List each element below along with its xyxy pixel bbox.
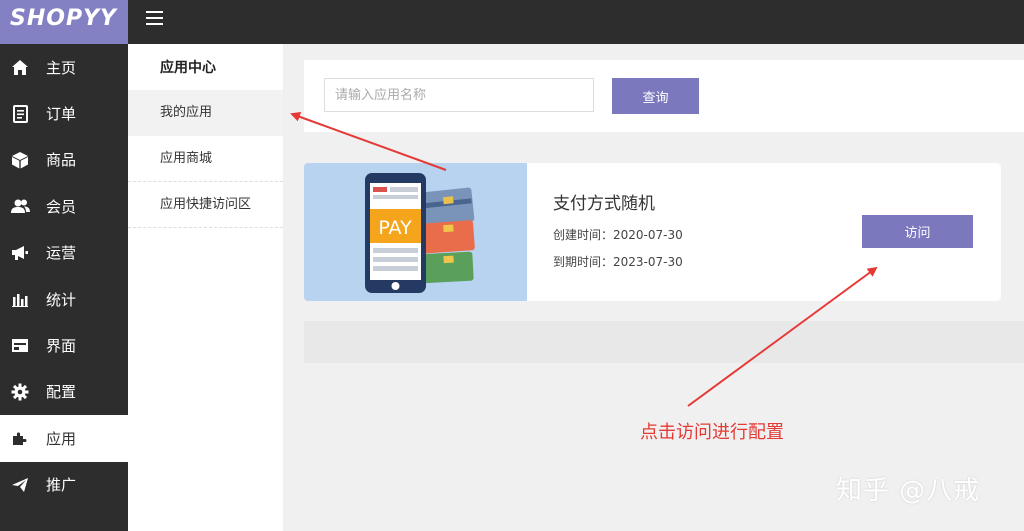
expires-value: 2023-07-30 <box>613 255 683 269</box>
sidebar-item-config[interactable]: 配置 <box>0 369 128 415</box>
users-icon <box>10 196 30 216</box>
search-panel: 查询 <box>304 60 1024 132</box>
box-icon <box>10 150 30 170</box>
empty-app-slot <box>304 321 1024 363</box>
sidebar-item-label: 会员 <box>46 197 77 216</box>
svg-text:PAY: PAY <box>378 217 412 239</box>
sidebar-item-label: 主页 <box>46 58 77 77</box>
layout-icon <box>10 336 30 356</box>
expires-label: 到期时间： <box>553 255 614 269</box>
menu-toggle-icon[interactable] <box>146 11 163 25</box>
submenu-item-quick-access[interactable]: 应用快捷访问区 <box>128 182 283 228</box>
home-icon <box>10 57 30 77</box>
payment-illustration-icon: PAY <box>365 173 475 293</box>
document-icon <box>10 104 30 124</box>
sidebar-item-label: 运营 <box>46 244 77 263</box>
sidebar-item-apps[interactable]: 应用 <box>0 415 128 462</box>
paper-plane-icon <box>10 475 30 495</box>
sidebar-item-orders[interactable]: 订单 <box>0 90 128 136</box>
sidebar-item-label: 界面 <box>46 337 77 356</box>
app-center-submenu: 应用中心 我的应用 应用商城 应用快捷访问区 <box>128 44 284 531</box>
sidebar-item-members[interactable]: 会员 <box>0 183 128 229</box>
brand-logo[interactable]: SHOPYY <box>0 0 128 44</box>
search-button[interactable]: 查询 <box>612 78 699 114</box>
watermark: 知乎 @八戒 <box>836 476 981 506</box>
visit-app-button[interactable]: 访问 <box>862 215 973 248</box>
submenu-title: 应用中心 <box>160 60 216 76</box>
bar-chart-icon <box>10 289 30 309</box>
sidebar-item-products[interactable]: 商品 <box>0 137 128 183</box>
sidebar-item-label: 推广 <box>46 476 77 495</box>
main-content: 查询 PAY <box>284 44 1024 531</box>
app-expiry-date: 到期时间：2023-07-30 <box>553 253 683 270</box>
sidebar-item-label: 统计 <box>46 290 77 309</box>
sidebar-item-label: 配置 <box>46 383 77 402</box>
app-search-input[interactable] <box>324 78 594 112</box>
created-label: 创建时间： <box>553 228 614 242</box>
sidebar-item-label: 应用 <box>46 429 77 448</box>
sidebar-item-label: 商品 <box>46 151 77 170</box>
app-card: PAY 支付方式随机 创建时间：2020-07-30 到期时间：2023-07-… <box>304 163 1001 301</box>
sidebar: 主页 订单 商品 会员 运营 统计 界面 配置 应用 推广 <box>0 44 128 531</box>
created-value: 2020-07-30 <box>613 228 683 242</box>
app-thumbnail[interactable]: PAY <box>304 163 527 301</box>
sidebar-item-operations[interactable]: 运营 <box>0 230 128 276</box>
megaphone-icon <box>10 243 30 263</box>
sidebar-item-label: 订单 <box>46 105 77 124</box>
top-bar: SHOPYY <box>0 0 1024 44</box>
submenu-item-app-store[interactable]: 应用商城 <box>128 136 283 182</box>
app-created-date: 创建时间：2020-07-30 <box>553 226 683 243</box>
submenu-item-my-apps[interactable]: 我的应用 <box>128 90 283 136</box>
sidebar-item-statistics[interactable]: 统计 <box>0 276 128 322</box>
sidebar-item-interface[interactable]: 界面 <box>0 322 128 368</box>
annotation-text: 点击访问进行配置 <box>640 422 784 443</box>
gear-icon <box>10 382 30 402</box>
sidebar-item-home[interactable]: 主页 <box>0 44 128 90</box>
app-name: 支付方式随机 <box>553 194 655 214</box>
puzzle-icon <box>10 428 30 448</box>
sidebar-item-promotion[interactable]: 推广 <box>0 462 128 508</box>
